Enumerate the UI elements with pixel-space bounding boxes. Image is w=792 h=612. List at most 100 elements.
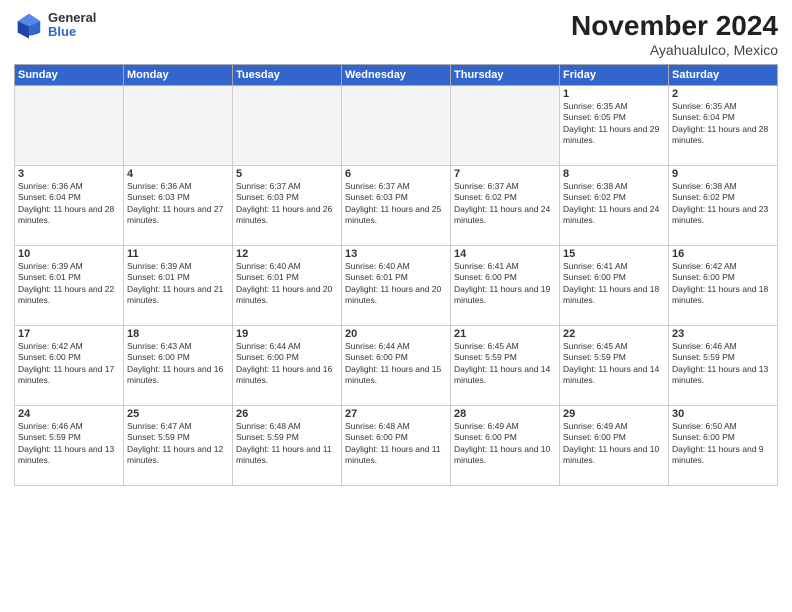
day-cell-12: 12Sunrise: 6:40 AMSunset: 6:01 PMDayligh… <box>233 246 342 326</box>
day-info-line: Daylight: 11 hours and 11 minutes. <box>236 444 338 467</box>
day-number: 20 <box>345 328 447 340</box>
week-row-5: 24Sunrise: 6:46 AMSunset: 5:59 PMDayligh… <box>15 406 778 486</box>
day-number: 5 <box>236 168 338 180</box>
day-info-line: Sunrise: 6:42 AM <box>18 341 120 352</box>
day-number: 23 <box>672 328 774 340</box>
day-info: Sunrise: 6:40 AMSunset: 6:01 PMDaylight:… <box>345 261 447 307</box>
day-info: Sunrise: 6:47 AMSunset: 5:59 PMDaylight:… <box>127 421 229 467</box>
day-number: 19 <box>236 328 338 340</box>
day-info-line: Sunset: 6:00 PM <box>345 432 447 443</box>
day-info: Sunrise: 6:35 AMSunset: 6:04 PMDaylight:… <box>672 101 774 147</box>
day-number: 13 <box>345 248 447 260</box>
day-info: Sunrise: 6:49 AMSunset: 6:00 PMDaylight:… <box>563 421 665 467</box>
day-cell-18: 18Sunrise: 6:43 AMSunset: 6:00 PMDayligh… <box>124 326 233 406</box>
day-info-line: Sunset: 6:00 PM <box>454 432 556 443</box>
day-info-line: Sunset: 6:01 PM <box>345 272 447 283</box>
day-info-line: Sunrise: 6:47 AM <box>127 421 229 432</box>
day-info-line: Sunrise: 6:43 AM <box>127 341 229 352</box>
day-info: Sunrise: 6:37 AMSunset: 6:03 PMDaylight:… <box>345 181 447 227</box>
day-info-line: Sunset: 6:01 PM <box>127 272 229 283</box>
day-info: Sunrise: 6:38 AMSunset: 6:02 PMDaylight:… <box>672 181 774 227</box>
week-row-2: 3Sunrise: 6:36 AMSunset: 6:04 PMDaylight… <box>15 166 778 246</box>
day-info-line: Sunset: 5:59 PM <box>672 352 774 363</box>
day-number: 11 <box>127 248 229 260</box>
day-number: 3 <box>18 168 120 180</box>
day-info-line: Sunset: 6:03 PM <box>345 192 447 203</box>
day-number: 21 <box>454 328 556 340</box>
day-cell-19: 19Sunrise: 6:44 AMSunset: 6:00 PMDayligh… <box>233 326 342 406</box>
day-number: 30 <box>672 408 774 420</box>
day-cell-5: 5Sunrise: 6:37 AMSunset: 6:03 PMDaylight… <box>233 166 342 246</box>
day-info-line: Sunrise: 6:38 AM <box>672 181 774 192</box>
day-info-line: Daylight: 11 hours and 16 minutes. <box>127 364 229 387</box>
day-info-line: Sunset: 6:00 PM <box>563 432 665 443</box>
day-info-line: Daylight: 11 hours and 10 minutes. <box>454 444 556 467</box>
day-info: Sunrise: 6:48 AMSunset: 5:59 PMDaylight:… <box>236 421 338 467</box>
day-info-line: Sunset: 6:00 PM <box>454 272 556 283</box>
weekday-header-tuesday: Tuesday <box>233 65 342 86</box>
day-number: 28 <box>454 408 556 420</box>
day-info: Sunrise: 6:36 AMSunset: 6:04 PMDaylight:… <box>18 181 120 227</box>
day-info-line: Sunrise: 6:40 AM <box>236 261 338 272</box>
day-cell-1: 1Sunrise: 6:35 AMSunset: 6:05 PMDaylight… <box>560 86 669 166</box>
day-info: Sunrise: 6:42 AMSunset: 6:00 PMDaylight:… <box>18 341 120 387</box>
day-info-line: Sunrise: 6:49 AM <box>563 421 665 432</box>
day-info-line: Daylight: 11 hours and 9 minutes. <box>672 444 774 467</box>
day-info-line: Sunset: 6:00 PM <box>672 272 774 283</box>
weekday-row: SundayMondayTuesdayWednesdayThursdayFrid… <box>15 65 778 86</box>
title-block: November 2024 Ayahualulco, Mexico <box>571 10 778 58</box>
day-info-line: Daylight: 11 hours and 21 minutes. <box>127 284 229 307</box>
day-number: 17 <box>18 328 120 340</box>
logo-icon <box>14 10 44 40</box>
day-number: 16 <box>672 248 774 260</box>
day-info-line: Daylight: 11 hours and 24 minutes. <box>454 204 556 227</box>
day-cell-24: 24Sunrise: 6:46 AMSunset: 5:59 PMDayligh… <box>15 406 124 486</box>
logo-text: General Blue <box>48 11 96 40</box>
day-cell-14: 14Sunrise: 6:41 AMSunset: 6:00 PMDayligh… <box>451 246 560 326</box>
day-info: Sunrise: 6:40 AMSunset: 6:01 PMDaylight:… <box>236 261 338 307</box>
day-info-line: Sunset: 6:00 PM <box>345 352 447 363</box>
day-number: 26 <box>236 408 338 420</box>
day-number: 7 <box>454 168 556 180</box>
day-cell-2: 2Sunrise: 6:35 AMSunset: 6:04 PMDaylight… <box>669 86 778 166</box>
day-info-line: Daylight: 11 hours and 14 minutes. <box>563 364 665 387</box>
day-info: Sunrise: 6:46 AMSunset: 5:59 PMDaylight:… <box>672 341 774 387</box>
day-info-line: Daylight: 11 hours and 11 minutes. <box>345 444 447 467</box>
day-info-line: Sunrise: 6:39 AM <box>18 261 120 272</box>
day-info-line: Sunset: 6:05 PM <box>563 112 665 123</box>
day-info-line: Sunset: 6:00 PM <box>18 352 120 363</box>
day-info-line: Sunrise: 6:46 AM <box>18 421 120 432</box>
day-info: Sunrise: 6:38 AMSunset: 6:02 PMDaylight:… <box>563 181 665 227</box>
day-info-line: Sunrise: 6:37 AM <box>345 181 447 192</box>
day-cell-27: 27Sunrise: 6:48 AMSunset: 6:00 PMDayligh… <box>342 406 451 486</box>
day-info-line: Daylight: 11 hours and 26 minutes. <box>236 204 338 227</box>
day-info-line: Sunset: 6:00 PM <box>672 432 774 443</box>
day-info-line: Daylight: 11 hours and 22 minutes. <box>18 284 120 307</box>
page-subtitle: Ayahualulco, Mexico <box>571 42 778 58</box>
weekday-header-sunday: Sunday <box>15 65 124 86</box>
day-info-line: Sunrise: 6:38 AM <box>563 181 665 192</box>
header: General Blue November 2024 Ayahualulco, … <box>14 10 778 58</box>
week-row-4: 17Sunrise: 6:42 AMSunset: 6:00 PMDayligh… <box>15 326 778 406</box>
day-info-line: Sunset: 5:59 PM <box>454 352 556 363</box>
day-number: 22 <box>563 328 665 340</box>
day-cell-28: 28Sunrise: 6:49 AMSunset: 6:00 PMDayligh… <box>451 406 560 486</box>
day-info-line: Daylight: 11 hours and 13 minutes. <box>672 364 774 387</box>
day-info-line: Sunrise: 6:36 AM <box>127 181 229 192</box>
day-info-line: Sunset: 6:00 PM <box>563 272 665 283</box>
day-cell-11: 11Sunrise: 6:39 AMSunset: 6:01 PMDayligh… <box>124 246 233 326</box>
weekday-header-saturday: Saturday <box>669 65 778 86</box>
day-info-line: Sunset: 5:59 PM <box>236 432 338 443</box>
day-info-line: Daylight: 11 hours and 18 minutes. <box>672 284 774 307</box>
day-info: Sunrise: 6:44 AMSunset: 6:00 PMDaylight:… <box>236 341 338 387</box>
day-info: Sunrise: 6:50 AMSunset: 6:00 PMDaylight:… <box>672 421 774 467</box>
day-cell-17: 17Sunrise: 6:42 AMSunset: 6:00 PMDayligh… <box>15 326 124 406</box>
day-info: Sunrise: 6:39 AMSunset: 6:01 PMDaylight:… <box>18 261 120 307</box>
day-info-line: Sunrise: 6:50 AM <box>672 421 774 432</box>
day-info-line: Sunset: 6:00 PM <box>236 352 338 363</box>
day-cell-29: 29Sunrise: 6:49 AMSunset: 6:00 PMDayligh… <box>560 406 669 486</box>
day-info-line: Sunrise: 6:41 AM <box>454 261 556 272</box>
day-info: Sunrise: 6:46 AMSunset: 5:59 PMDaylight:… <box>18 421 120 467</box>
day-info-line: Sunrise: 6:40 AM <box>345 261 447 272</box>
day-number: 4 <box>127 168 229 180</box>
